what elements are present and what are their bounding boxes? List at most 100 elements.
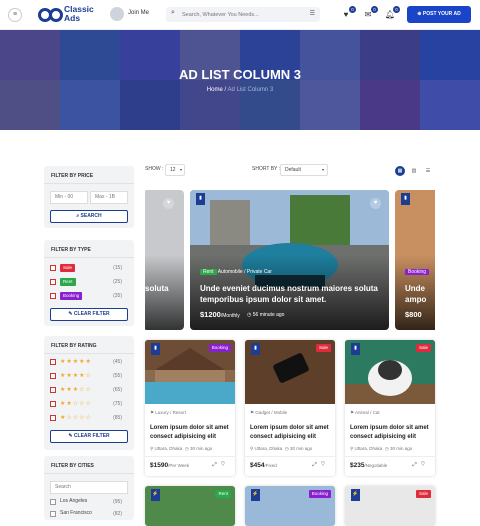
slider-card-partial-right[interactable]: ▮ Booking Unde ampo $800 (395, 190, 435, 330)
subcategory[interactable]: Mobile (274, 410, 287, 415)
featured-category[interactable]: Automobile (218, 269, 243, 275)
rating-row-5[interactable]: ★★★★★ (45) (50, 358, 128, 368)
partial-tag: Booking (405, 269, 430, 275)
city-row[interactable]: San Francisco (82) (50, 510, 128, 520)
card-title[interactable]: Lorem ipsum dolor sit amet consect adipi… (150, 424, 232, 442)
card-price: $454/Fixed (250, 462, 277, 469)
price: $1590 (150, 462, 169, 469)
filter-icon[interactable]: ☰ (310, 10, 315, 17)
bell-icon[interactable]: 🔔︎ 0 (384, 6, 400, 21)
rating-row-4[interactable]: ★★★★☆ (55) (50, 372, 128, 382)
type-row-sale[interactable]: Sale (15) (50, 264, 128, 274)
card-category: ⚑ Luxury / Resort (150, 410, 186, 415)
ad-card[interactable]: ⚡ Rent (145, 486, 235, 526)
city-search-input[interactable]: Search (50, 481, 128, 494)
heart-icon[interactable]: ♥ (370, 198, 381, 209)
rating-checkbox[interactable] (50, 387, 56, 393)
heart-icon[interactable]: ♥ (163, 198, 174, 209)
rating-row-1[interactable]: ★☆☆☆☆ (85) (50, 414, 128, 424)
subcategory[interactable]: Resort (173, 410, 186, 415)
rating-checkbox[interactable] (50, 359, 56, 365)
price-value: $1200 (200, 310, 221, 319)
breadcrumb-home[interactable]: Home (207, 87, 223, 93)
type-checkbox[interactable] (50, 293, 56, 299)
city-checkbox[interactable] (50, 511, 56, 517)
ad-card[interactable]: ▮ Booking ⚑ Luxury / Resort Lorem ipsum … (145, 340, 235, 476)
logo-text[interactable]: Classic Ads (64, 5, 94, 23)
type-row-rent[interactable]: Rent (25) (50, 278, 128, 288)
list-view-icon[interactable]: ☰ (423, 166, 433, 176)
category[interactable]: Luxury (155, 410, 169, 415)
time: 30 min ago (190, 446, 213, 451)
rating-clear-button[interactable]: ✎ CLEAR FILTER (50, 430, 128, 443)
message-icon[interactable]: ✉ 0 (362, 6, 378, 21)
expand-icon[interactable]: ⤢ (412, 462, 420, 468)
compare-icon[interactable]: ♥ 0 (340, 6, 356, 21)
rating-checkbox[interactable] (50, 415, 56, 421)
card-location: ⚲ Uttara, Dhaka ◷ 30 min ago (250, 446, 312, 452)
ad-card[interactable]: ▮ Sale ⚑ Gadget / Mobile Lorem ipsum dol… (245, 340, 335, 476)
heart-icon[interactable]: ♡ (421, 462, 429, 468)
show-select[interactable]: 12 ▾ (165, 164, 185, 176)
featured-subcategory[interactable]: Private Car (247, 269, 272, 275)
city-row[interactable]: Los Angeles (95) (50, 498, 128, 508)
city-label: Los Angeles (60, 498, 88, 504)
clear-filter-label: CLEAR FILTER (73, 311, 110, 317)
subcategory[interactable]: Cat (373, 410, 380, 415)
post-ad-button[interactable]: ⊕ POST YOUR AD (407, 6, 471, 23)
heart-icon[interactable]: ♡ (221, 462, 229, 468)
rating-row-3[interactable]: ★★★☆☆ (65) (50, 386, 128, 396)
expand-icon[interactable]: ⤢ (212, 462, 220, 468)
rating-checkbox[interactable] (50, 401, 56, 407)
expand-icon[interactable]: ⤢ (312, 462, 320, 468)
type-clear-button[interactable]: ✎ CLEAR FILTER (50, 308, 128, 321)
ad-card[interactable]: ⚡ Sale (345, 486, 435, 526)
lightning-icon: ⚡ (151, 489, 160, 501)
join-link[interactable]: Join Me (128, 10, 149, 16)
time: 30 min ago (290, 446, 313, 451)
card-badge: Booking (308, 490, 331, 498)
card-title[interactable]: Lorem ipsum dolor sit amet consect adipi… (350, 424, 432, 442)
star-rating: ★★☆☆☆ (60, 401, 92, 407)
type-row-booking[interactable]: Booking (35) (50, 292, 128, 302)
lightning-icon: ⚡ (351, 489, 360, 501)
logo-line2: Ads (64, 13, 81, 23)
max-price-input[interactable]: Max - 1B (90, 191, 128, 204)
type-checkbox[interactable] (50, 279, 56, 285)
heart-icon[interactable]: ♡ (321, 462, 329, 468)
ad-card[interactable]: ▮ Sale ⚑ Animal / Cat Lorem ipsum dolor … (345, 340, 435, 476)
search-input[interactable] (182, 10, 302, 19)
filter-type-panel: FILTER BY TYPE Sale (15) Rent (25) Booki… (44, 240, 134, 326)
type-checkbox[interactable] (50, 265, 56, 271)
breadcrumb: Home / Ad List Column 3 (0, 87, 480, 93)
search-icon[interactable]: ⌕ (171, 9, 175, 17)
bookmark-icon: ▮ (251, 343, 260, 355)
featured-title[interactable]: Unde eveniet ducimus nostrum maiores sol… (200, 283, 380, 305)
category[interactable]: Animal (355, 410, 369, 415)
rating-row-2[interactable]: ★★☆☆☆ (75) (50, 400, 128, 410)
rating-checkbox[interactable] (50, 373, 56, 379)
rating-count: (65) (113, 387, 122, 393)
filter-price-panel: FILTER BY PRICE Min - 00 Max - 1B ⌕ SEAR… (44, 166, 134, 228)
hero-banner: AD LIST COLUMN 3 Home / Ad List Column 3 (0, 30, 480, 130)
card-title[interactable]: Lorem ipsum dolor sit amet consect adipi… (250, 424, 332, 442)
city-count: (82) (113, 511, 122, 517)
rating-count: (85) (113, 415, 122, 421)
min-price-input[interactable]: Min - 00 (50, 191, 88, 204)
menu-icon[interactable]: ≡ (8, 8, 22, 22)
city-checkbox[interactable] (50, 499, 56, 505)
ad-card[interactable]: ⚡ Booking (245, 486, 335, 526)
slider-card-featured[interactable]: ▮ ♥ Rent Automobile / Private Car Unde e… (190, 190, 389, 330)
logo-icon[interactable] (38, 7, 64, 23)
sort-select[interactable]: Default ▾ (280, 164, 328, 176)
column-view-icon[interactable]: ▥ (409, 166, 419, 176)
star-rating: ★★★★★ (60, 359, 92, 365)
avatar[interactable] (110, 7, 124, 21)
price-search-button[interactable]: ⌕ SEARCH (50, 210, 128, 223)
breadcrumb-current: Ad List Column 3 (227, 87, 274, 93)
type-label-rent: Rent (60, 278, 76, 286)
grid-view-icon[interactable]: ▦ (395, 166, 405, 176)
slider-card-partial-left[interactable]: soluta ♥ (145, 190, 184, 330)
category[interactable]: Gadget (255, 410, 270, 415)
card-badge: Booking (208, 344, 231, 352)
